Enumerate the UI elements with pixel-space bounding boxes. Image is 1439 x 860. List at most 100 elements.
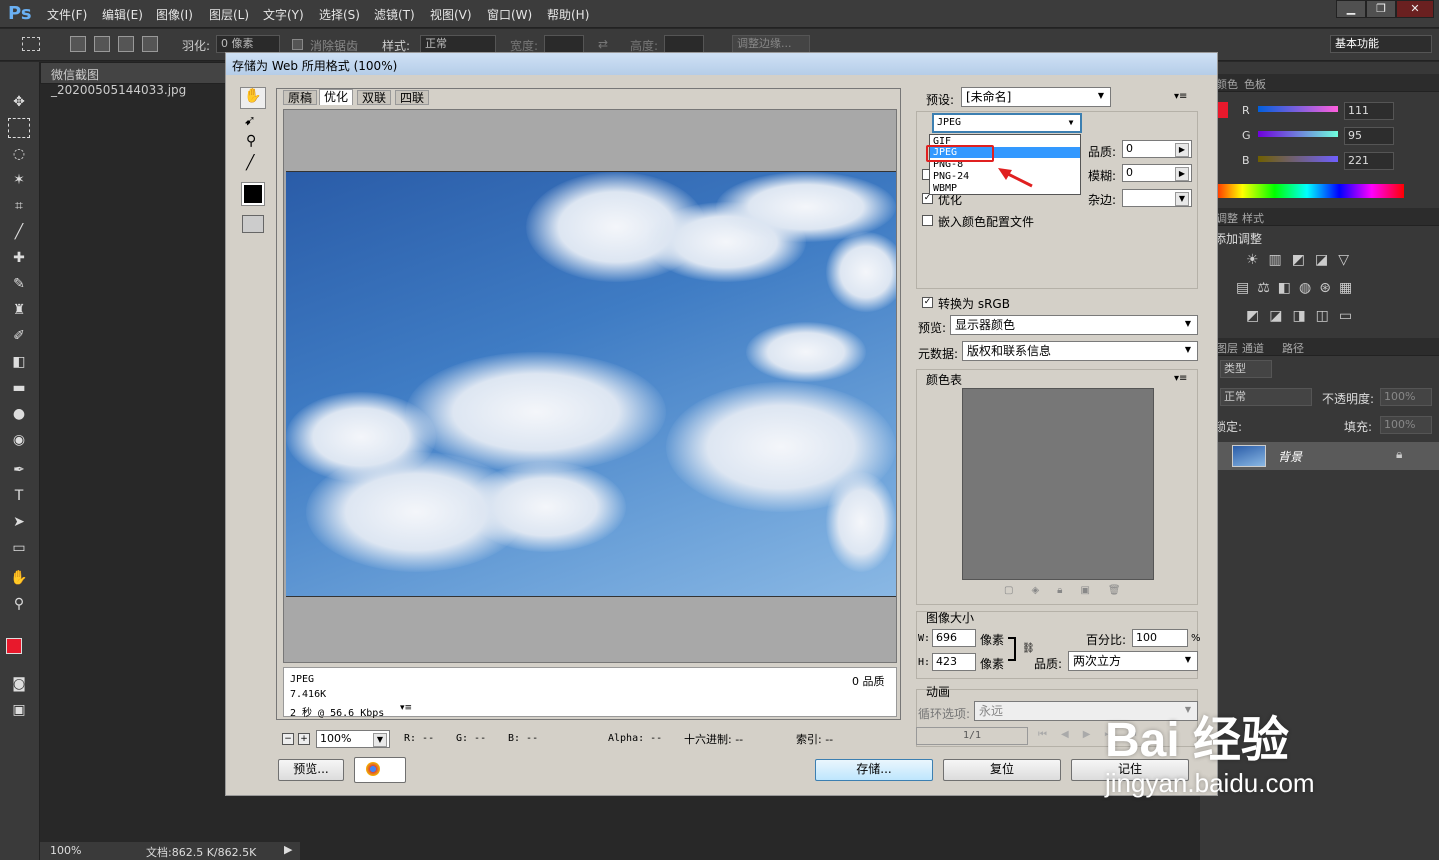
tab-paths[interactable]: 路径 xyxy=(1282,340,1304,356)
width-input[interactable] xyxy=(544,35,584,53)
browser-preview-button[interactable] xyxy=(354,757,406,783)
menu-file[interactable]: 文件(F) xyxy=(47,6,87,23)
move-tool-icon[interactable]: ✥ xyxy=(8,92,30,112)
pen-tool-icon[interactable]: ✒ xyxy=(8,460,30,480)
add-selection-icon[interactable] xyxy=(94,36,110,52)
preview-button[interactable]: 预览... xyxy=(278,759,344,781)
marquee-preset-icon[interactable] xyxy=(22,37,40,51)
embed-profile-checkbox[interactable] xyxy=(922,215,933,226)
document-tab[interactable]: 微信截图_20200505144033.jpg xyxy=(40,62,230,97)
eyedropper-color-swatch[interactable] xyxy=(241,182,265,206)
gradient-tool-icon[interactable]: ▬ xyxy=(8,378,30,398)
tab-4up[interactable]: 四联 xyxy=(395,90,430,105)
menu-window[interactable]: 窗口(W) xyxy=(487,6,532,23)
color-table-swatch-area[interactable] xyxy=(962,388,1154,580)
workspace-select[interactable]: 基本功能 xyxy=(1330,35,1432,53)
stamp-tool-icon[interactable]: ♜ xyxy=(8,300,30,320)
b-value[interactable]: 221 xyxy=(1344,152,1394,170)
color-spectrum[interactable] xyxy=(1210,184,1404,198)
adjust-icons-row3[interactable]: ◩◪◨◫▭ xyxy=(1246,308,1362,324)
menu-layer[interactable]: 图层(L) xyxy=(209,6,249,23)
zoom-out-button[interactable]: − xyxy=(282,733,294,745)
color-table-icons[interactable]: ▢◈🔒︎▣🗑︎ xyxy=(1004,585,1139,596)
intersect-selection-icon[interactable] xyxy=(142,36,158,52)
menu-select[interactable]: 选择(S) xyxy=(319,6,360,23)
lasso-tool-icon[interactable]: ◌ xyxy=(8,144,30,164)
width-field[interactable]: 696 xyxy=(932,629,976,647)
format-select[interactable]: JPEG ▼ xyxy=(932,113,1082,133)
tab-adjustments[interactable]: 调整 xyxy=(1216,210,1238,226)
new-selection-icon[interactable] xyxy=(70,36,86,52)
antialias-checkbox[interactable] xyxy=(292,39,303,50)
tab-2up[interactable]: 双联 xyxy=(357,90,392,105)
swap-icon[interactable]: ⇄ xyxy=(598,37,608,51)
menu-view[interactable]: 视图(V) xyxy=(430,6,472,23)
shape-tool-icon[interactable]: ▭ xyxy=(8,538,30,558)
eyedropper-icon[interactable]: ╱ xyxy=(246,155,254,171)
eyedropper-tool-icon[interactable]: ╱ xyxy=(8,222,30,242)
g-slider[interactable] xyxy=(1258,131,1338,137)
type-tool-icon[interactable]: T xyxy=(8,486,30,506)
preview-color-select[interactable]: 显示器颜色 ▼ xyxy=(950,315,1198,335)
subtract-selection-icon[interactable] xyxy=(118,36,134,52)
metadata-select[interactable]: 版权和联系信息 ▼ xyxy=(962,341,1198,361)
r-value[interactable]: 111 xyxy=(1344,102,1394,120)
tab-layers[interactable]: 图层 xyxy=(1216,340,1238,356)
quality-input[interactable]: 0 ▶ xyxy=(1122,140,1192,158)
status-arrow-icon[interactable]: ▶ xyxy=(284,843,292,856)
style-select[interactable]: 正常 xyxy=(420,35,496,53)
tab-original[interactable]: 原稿 xyxy=(283,90,318,105)
restore-button[interactable]: ❐ xyxy=(1366,0,1396,18)
info-menu-icon[interactable]: ▾≡ xyxy=(400,703,412,713)
zoom-select[interactable]: 100% ▼ xyxy=(316,730,390,748)
zoom-in-button[interactable]: + xyxy=(298,733,310,745)
preview-canvas[interactable] xyxy=(283,109,897,663)
slice-select-icon[interactable]: ➹ xyxy=(244,113,256,129)
tab-optimized[interactable]: 优化 xyxy=(319,89,354,105)
layer-kind-select[interactable]: 类型 xyxy=(1220,360,1272,378)
brush-tool-icon[interactable]: ✎ xyxy=(8,274,30,294)
menu-image[interactable]: 图像(I) xyxy=(156,6,193,23)
menu-filter[interactable]: 滤镜(T) xyxy=(374,6,415,23)
refine-edge-button[interactable]: 调整边缘... xyxy=(732,35,810,53)
toggle-slices-icon[interactable] xyxy=(242,215,264,233)
healing-brush-icon[interactable]: ✚ xyxy=(8,248,30,268)
foreground-color-swatch[interactable] xyxy=(6,638,22,654)
feather-input[interactable]: 0 像素 xyxy=(216,35,280,53)
tab-swatches[interactable]: 色板 xyxy=(1244,76,1266,92)
menu-edit[interactable]: 编辑(E) xyxy=(102,6,143,23)
layer-row-background[interactable]: 背景 🔒︎ xyxy=(1218,442,1439,470)
dodge-tool-icon[interactable]: ◉ xyxy=(8,430,30,450)
screen-mode-icon[interactable]: ▣ xyxy=(8,700,30,720)
quick-mask-icon[interactable]: ◙ xyxy=(8,674,30,694)
minimize-button[interactable]: ▁ xyxy=(1336,0,1366,18)
adjust-icons-row1[interactable]: ☀▥◩◪▽ xyxy=(1246,252,1359,268)
hand-tool-icon[interactable]: ✋ xyxy=(8,568,30,588)
height-input[interactable] xyxy=(664,35,704,53)
magic-wand-icon[interactable]: ✶ xyxy=(8,170,30,190)
menu-help[interactable]: 帮助(H) xyxy=(547,6,589,23)
close-window-button[interactable]: ✕ xyxy=(1396,0,1434,18)
eraser-tool-icon[interactable]: ◧ xyxy=(8,352,30,372)
resample-select[interactable]: 两次立方 ▼ xyxy=(1068,651,1198,671)
convert-srgb-checkbox[interactable]: ✓ xyxy=(922,297,933,308)
r-slider[interactable] xyxy=(1258,106,1338,112)
fill-input[interactable]: 100% xyxy=(1380,416,1432,434)
matte-select[interactable]: ▼ xyxy=(1122,189,1192,207)
hand-tool-icon[interactable]: ✋ xyxy=(240,87,266,109)
zoom-tool-icon[interactable]: ⚲ xyxy=(8,594,30,614)
tab-color[interactable]: 颜色 xyxy=(1216,76,1238,92)
preset-select[interactable]: [未命名] ▼ xyxy=(961,87,1111,107)
tab-styles[interactable]: 样式 xyxy=(1242,210,1264,226)
b-slider[interactable] xyxy=(1258,156,1338,162)
format-option-wbmp[interactable]: WBMP xyxy=(933,183,957,194)
reset-button[interactable]: 复位 xyxy=(943,759,1061,781)
percent-field[interactable]: 100 xyxy=(1132,629,1188,647)
crop-tool-icon[interactable]: ⌗ xyxy=(8,196,30,216)
path-select-icon[interactable]: ➤ xyxy=(8,512,30,532)
zoom-icon[interactable]: ⚲ xyxy=(246,133,256,149)
opacity-input[interactable]: 100% xyxy=(1380,388,1432,406)
blur-input[interactable]: 0 ▶ xyxy=(1122,164,1192,182)
save-button[interactable]: 存储... xyxy=(815,759,933,781)
tab-channels[interactable]: 通道 xyxy=(1242,340,1264,356)
